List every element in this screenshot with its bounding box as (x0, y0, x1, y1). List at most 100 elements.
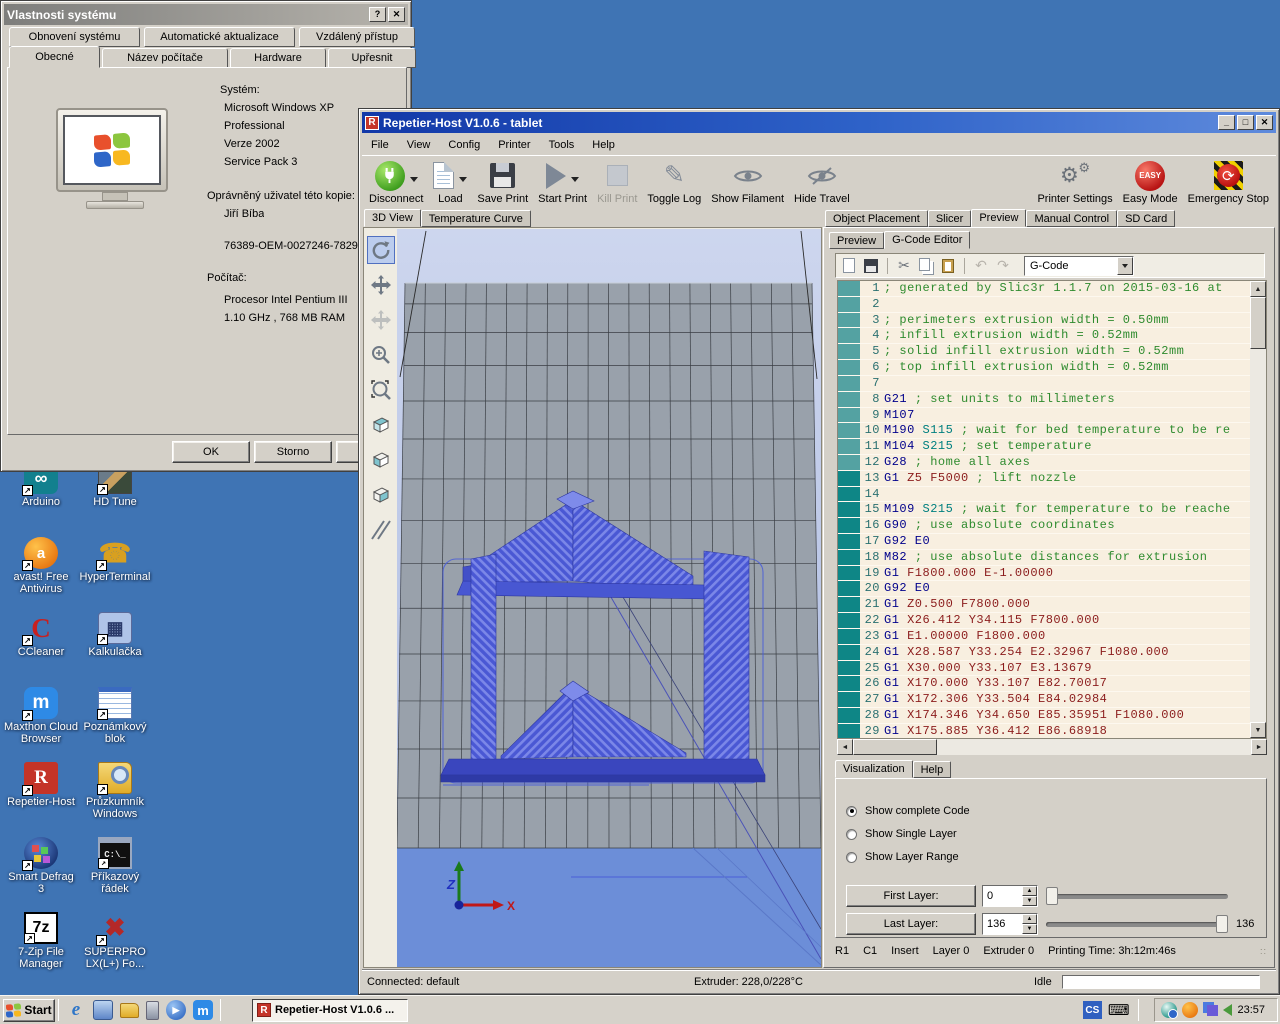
gcode-line[interactable]: 27G1 X172.306 Y33.504 E84.02984 (838, 692, 1250, 708)
show-desktop-icon[interactable] (93, 1000, 113, 1020)
menu-view[interactable]: View (398, 137, 440, 153)
radio-show-single-layer[interactable]: Show Single Layer (846, 828, 957, 840)
desktop-icon-notepad[interactable]: ↗Poznámkový blok (78, 687, 152, 745)
toolbar-start-print[interactable]: Start Print (533, 157, 592, 205)
zoom-in-icon[interactable] (367, 341, 395, 369)
dropdown-arrow-icon[interactable] (571, 177, 579, 186)
gcode-line[interactable]: 22G1 X26.412 Y34.115 F7800.000 (838, 613, 1250, 629)
view-front-icon[interactable] (367, 446, 395, 474)
desktop-icon-calc[interactable]: ▦↗Kalkulačka (78, 612, 152, 658)
dialog-title-bar[interactable]: Vlastnosti systému ? ✕ (4, 4, 408, 25)
cut-icon[interactable]: ✂ (895, 257, 913, 275)
gcode-line[interactable]: 7 (838, 376, 1250, 392)
vertical-scrollbar[interactable]: ▲ ▼ (1250, 281, 1266, 738)
toolbar-disconnect[interactable]: Disconnect (364, 157, 428, 205)
tab-manual-control[interactable]: Manual Control (1026, 210, 1117, 227)
rotate-view-icon[interactable] (367, 236, 395, 264)
tab-n-zev-po-ta-e[interactable]: Název počítače (102, 48, 228, 68)
tab-sd-card[interactable]: SD Card (1117, 210, 1175, 227)
tab-preview[interactable]: Preview (829, 232, 884, 249)
help-button[interactable]: ? (369, 7, 386, 22)
tab-slicer[interactable]: Slicer (928, 210, 972, 227)
gcode-line[interactable]: 4; infill extrusion width = 0.52mm (838, 328, 1250, 344)
tab-automatick-aktualizace[interactable]: Automatické aktualizace (144, 27, 295, 47)
toolbar-load[interactable]: Load (428, 157, 472, 205)
tab-vzd-len-p-stup[interactable]: Vzdálený přístup (299, 27, 415, 47)
media-player-icon[interactable]: ▶ (166, 1000, 186, 1020)
gcode-line[interactable]: 11M104 S215 ; set temperature (838, 439, 1250, 455)
tab-hardware[interactable]: Hardware (230, 48, 326, 68)
gcode-line[interactable]: 21G1 Z0.500 F7800.000 (838, 597, 1250, 613)
tray-avast-icon[interactable] (1182, 1002, 1198, 1018)
first-layer-slider[interactable] (1046, 886, 1228, 906)
paste-icon[interactable] (939, 257, 957, 275)
last-layer-spinner[interactable]: 136 ▲▼ (982, 913, 1038, 935)
tab-3d-view[interactable]: 3D View (364, 209, 421, 227)
ok-button[interactable]: OK (172, 441, 250, 463)
tab-visualization[interactable]: Visualization (835, 760, 913, 778)
desktop-icon-repetier[interactable]: R↗Repetier-Host (4, 762, 78, 808)
view-iso-icon[interactable] (367, 411, 395, 439)
first-layer-spinner[interactable]: 0 ▲▼ (982, 885, 1038, 907)
gcode-line[interactable]: 3; perimeters extrusion width = 0.50mm (838, 313, 1250, 329)
undo-icon[interactable]: ↶ (972, 257, 990, 275)
radio-show-complete-code[interactable]: Show complete Code (846, 805, 970, 817)
tray-network-icon[interactable] (1207, 1005, 1218, 1016)
keyboard-icon[interactable]: ⌨ (1108, 1001, 1130, 1019)
close-icon[interactable]: ✕ (388, 7, 405, 22)
tab-object-placement[interactable]: Object Placement (825, 210, 928, 227)
toolbar-show-filament[interactable]: Show Filament (706, 157, 789, 205)
desktop-icon-maxthon[interactable]: m↗Maxthon Cloud Browser (4, 687, 78, 745)
menu-tools[interactable]: Tools (540, 137, 584, 153)
last-layer-slider[interactable] (1046, 914, 1228, 934)
menu-file[interactable]: File (362, 137, 398, 153)
gcode-line[interactable]: 8G21 ; set units to millimeters (838, 392, 1250, 408)
dropdown-arrow-icon[interactable] (459, 177, 467, 186)
radio-icon[interactable] (846, 852, 857, 863)
cancel-button[interactable]: Storno (254, 441, 332, 463)
pan-view-icon[interactable] (367, 271, 395, 299)
spin-up-icon[interactable]: ▲ (1022, 886, 1037, 896)
tray-volume-icon[interactable] (1223, 1004, 1232, 1016)
toolbar-emergency-stop[interactable]: ⟳Emergency Stop (1183, 157, 1274, 205)
gcode-line[interactable]: 20G92 E0 (838, 581, 1250, 597)
gcode-line[interactable]: 19G1 F1800.000 E-1.00000 (838, 566, 1250, 582)
gcode-line[interactable]: 28G1 X174.346 Y34.650 E85.35951 F1080.00… (838, 708, 1250, 724)
new-file-icon[interactable] (840, 257, 858, 275)
copy-icon[interactable] (917, 257, 935, 275)
gcode-line[interactable]: 9M107 (838, 408, 1250, 424)
menu-help[interactable]: Help (583, 137, 624, 153)
gcode-line[interactable]: 15M109 S215 ; wait for temperature to be… (838, 502, 1250, 518)
desktop-icon-avast[interactable]: a↗avast! Free Antivirus (4, 537, 78, 595)
maximize-icon[interactable]: □ (1237, 115, 1254, 130)
gcode-line[interactable]: 16G90 ; use absolute coordinates (838, 518, 1250, 534)
desktop-icon-defrag[interactable]: ↗Smart Defrag 3 (4, 837, 78, 895)
scroll-down-icon[interactable]: ▼ (1250, 722, 1266, 738)
toolbar-toggle-log[interactable]: ✎Toggle Log (642, 157, 706, 205)
gcode-line[interactable]: 24G1 X28.587 Y33.254 E2.32967 F1080.000 (838, 645, 1250, 661)
toolbar-printer-settings[interactable]: ⚙⚙Printer Settings (1032, 157, 1117, 205)
desktop-icon-ccleaner[interactable]: C↗CCleaner (4, 612, 78, 658)
scroll-right-icon[interactable]: ► (1251, 739, 1267, 755)
tab-g-code-editor[interactable]: G-Code Editor (884, 231, 970, 249)
toolbar-save-print[interactable]: Save Print (472, 157, 533, 205)
desktop-icon-sevenzip[interactable]: 7z↗7-Zip File Manager (4, 912, 78, 970)
internet-explorer-icon[interactable]: e (66, 1000, 86, 1020)
gcode-type-select[interactable]: G-Code (1024, 256, 1134, 276)
gcode-line[interactable]: 18M82 ; use absolute distances for extru… (838, 550, 1250, 566)
minimize-icon[interactable]: _ (1218, 115, 1235, 130)
toolbar-hide-travel[interactable]: Hide Travel (789, 157, 855, 205)
desktop-icon-cmd[interactable]: C:\_↗Příkazový řádek (78, 837, 152, 895)
maxthon-icon[interactable]: m (193, 1000, 213, 1020)
toolbar-easy-mode[interactable]: EASYEasy Mode (1118, 157, 1183, 205)
radio-icon[interactable] (846, 829, 857, 840)
parallel-projection-icon[interactable] (367, 516, 395, 544)
scrollbar-thumb[interactable] (853, 739, 937, 755)
spin-down-icon[interactable]: ▼ (1022, 896, 1037, 906)
tab-help[interactable]: Help (913, 761, 952, 778)
gcode-line[interactable]: 6; top infill extrusion width = 0.52mm (838, 360, 1250, 376)
scroll-left-icon[interactable]: ◄ (837, 739, 853, 755)
menu-config[interactable]: Config (439, 137, 489, 153)
slider-thumb[interactable] (1046, 887, 1058, 905)
desktop-icon-superpro[interactable]: ✖↗SUPERPRO LX(L+) Fo... (78, 912, 152, 970)
